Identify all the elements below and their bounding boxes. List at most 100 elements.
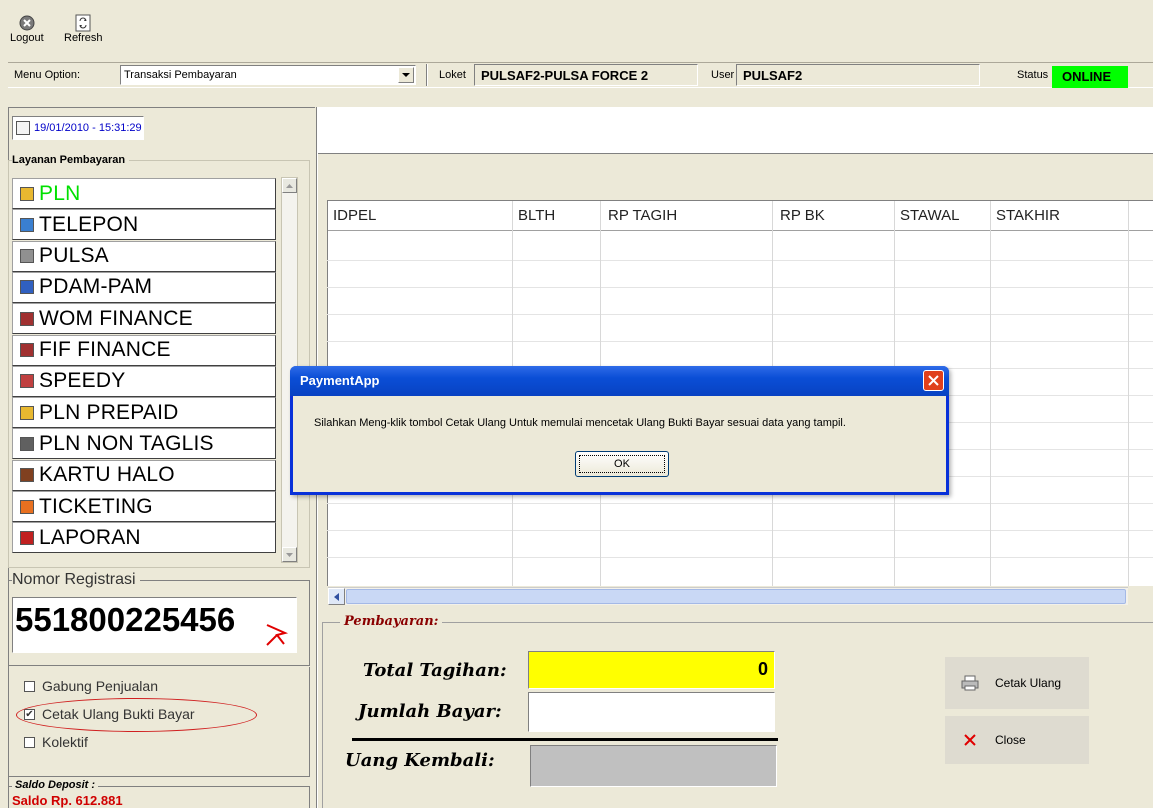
grid-row-line <box>327 530 1153 531</box>
col-idpel[interactable]: IDPEL <box>333 207 376 224</box>
dialog-ok-label: OK <box>614 458 630 470</box>
col-rptagih[interactable]: RP TAGIH <box>608 207 677 224</box>
service-item-fif-finance[interactable]: FIF FINANCE <box>12 334 276 366</box>
uang-kembali-field <box>530 745 777 787</box>
total-tagihan-value: 0 <box>757 659 768 679</box>
scroll-thumb[interactable] <box>346 589 1126 604</box>
pln-icon <box>20 186 34 201</box>
option-label: Gabung Penjualan <box>42 678 158 694</box>
kartu-halo-icon <box>20 468 34 483</box>
pln-nontaglis-icon <box>20 436 34 451</box>
scroll-down-button[interactable] <box>282 547 297 562</box>
payment-title: Pembayaran: <box>340 614 443 629</box>
service-item-telepon[interactable]: TELEPON <box>12 209 276 241</box>
close-button[interactable]: Close <box>945 716 1089 764</box>
dialog-ok-button[interactable]: OK <box>575 451 669 477</box>
checkbox-icon[interactable] <box>24 736 35 748</box>
cetak-ulang-button[interactable]: Cetak Ulang <box>945 657 1089 709</box>
service-item-ticketing[interactable]: TICKETING <box>12 491 276 522</box>
jumlah-bayar-label: Jumlah Bayar: <box>358 701 502 722</box>
services-title: Layanan Pembayaran <box>12 154 130 166</box>
grid-row-line <box>327 314 1153 315</box>
service-item-kartu-halo[interactable]: KARTU HALO <box>12 459 276 491</box>
service-label: TELEPON <box>39 212 139 236</box>
col-blth[interactable]: BLTH <box>518 207 555 224</box>
service-item-pdam-pam[interactable]: PDAM-PAM <box>12 271 276 303</box>
table-hscrollbar[interactable] <box>328 587 1128 605</box>
fif-icon <box>20 343 34 357</box>
checkbox-icon[interactable] <box>24 680 35 692</box>
option-checkbox[interactable]: Kolektif <box>24 734 88 750</box>
logout-button[interactable]: Logout <box>10 14 44 44</box>
datetime-box: 19/01/2010 - 15:31:29 <box>12 116 144 140</box>
refresh-label: Refresh <box>64 32 103 44</box>
service-item-wom-finance[interactable]: WOM FINANCE <box>12 303 276 335</box>
service-item-laporan[interactable]: LAPORAN <box>12 522 276 554</box>
speedy-icon <box>20 374 34 389</box>
close-icon <box>945 733 995 747</box>
service-label: SPEEDY <box>39 369 126 393</box>
grid-row-line <box>327 557 1153 558</box>
dialog-close-icon[interactable] <box>923 370 944 391</box>
user-text: PULSAF2 <box>743 68 803 83</box>
sum-divider <box>352 738 778 741</box>
ticketing-icon <box>20 499 34 514</box>
service-item-pulsa[interactable]: PULSA <box>12 240 276 272</box>
option-checkbox[interactable]: Gabung Penjualan <box>24 678 158 694</box>
refresh-icon <box>74 14 92 32</box>
scroll-up-button[interactable] <box>282 178 297 193</box>
wom-icon <box>20 311 34 326</box>
user-label: User <box>711 69 735 81</box>
saldo-title: Saldo Deposit : <box>12 779 99 791</box>
registrasi-value: 551800225456 <box>15 601 236 638</box>
menu-option-select[interactable]: Transaksi Pembayaran <box>120 65 416 85</box>
total-tagihan-field: 0 <box>528 651 775 689</box>
loket-value: PULSAF2-PULSA FORCE 2 <box>474 64 698 86</box>
cetak-ulang-label: Cetak Ulang <box>995 676 1062 690</box>
close-label: Close <box>995 733 1026 747</box>
pdam-icon <box>20 280 34 295</box>
registrasi-title: Nomor Registrasi <box>12 571 140 589</box>
grid-col-line <box>1128 201 1129 586</box>
col-stawal[interactable]: STAWAL <box>900 207 959 224</box>
grid-row-line <box>327 341 1153 342</box>
col-stakhir[interactable]: STAKHIR <box>996 207 1060 224</box>
service-label: LAPORAN <box>39 525 141 549</box>
status-text: ONLINE <box>1062 69 1112 84</box>
highlight-ellipse <box>16 698 257 732</box>
logout-label: Logout <box>10 32 44 44</box>
separator <box>426 64 428 86</box>
uang-kembali-label: Uang Kembali: <box>345 750 495 771</box>
grid-row-line <box>327 287 1153 288</box>
dialog-title: PaymentApp <box>300 373 380 388</box>
right-top-panel <box>318 107 1153 154</box>
clock-icon <box>16 121 30 135</box>
printer-icon <box>945 675 995 691</box>
service-item-pln-prepaid[interactable]: PLN PREPAID <box>12 397 276 429</box>
dialog-titlebar[interactable]: PaymentApp <box>290 366 949 396</box>
service-item-pln[interactable]: PLN <box>12 178 276 209</box>
refresh-button[interactable]: Refresh <box>64 14 103 44</box>
service-label: PLN PREPAID <box>39 400 179 424</box>
total-tagihan-label: Total Tagihan: <box>363 660 507 681</box>
jumlah-bayar-input[interactable] <box>528 692 775 732</box>
user-value: PULSAF2 <box>736 64 980 86</box>
service-item-pln-non-taglis[interactable]: PLN NON TAGLIS <box>12 428 276 460</box>
dialog-message: Silahkan Meng-klik tombol Cetak Ulang Un… <box>314 417 846 429</box>
service-label: PULSA <box>39 244 109 268</box>
dialog-ok-focus: OK <box>579 455 665 473</box>
scroll-left-button[interactable] <box>328 588 345 605</box>
pln-prepaid-icon <box>20 405 34 420</box>
service-label: KARTU HALO <box>39 463 175 487</box>
menu-option-label: Menu Option: <box>14 69 81 81</box>
status-label: Status <box>1017 69 1049 81</box>
col-rpbk[interactable]: RP BK <box>780 207 825 224</box>
service-label: PLN <box>39 181 81 205</box>
service-item-speedy[interactable]: SPEEDY <box>12 365 276 397</box>
cursor-icon <box>266 624 289 646</box>
registrasi-input[interactable]: 551800225456 <box>12 597 297 653</box>
menu-option-value: Transaksi Pembayaran <box>124 69 237 81</box>
datetime-text: 19/01/2010 - 15:31:29 <box>34 122 142 134</box>
chevron-down-icon[interactable] <box>398 67 414 83</box>
logout-icon <box>18 14 36 32</box>
